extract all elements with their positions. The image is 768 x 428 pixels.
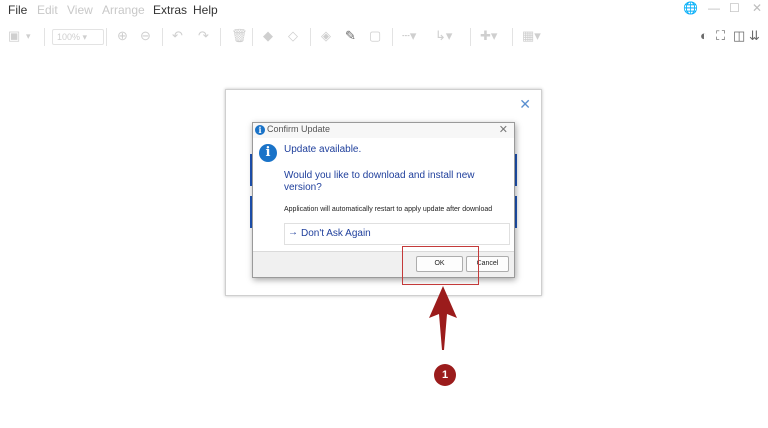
dialog-titlebar: i Confirm Update ✕: [253, 123, 514, 138]
zoom-select[interactable]: 100% ▾: [52, 29, 104, 45]
close-icon[interactable]: ✕: [499, 123, 508, 136]
arrow-right-icon: →: [288, 227, 298, 238]
toolbar-divider: [310, 28, 311, 46]
step-badge: 1: [434, 364, 456, 386]
ok-button-highlight: [402, 246, 479, 285]
delete-icon[interactable]: 🗑: [231, 28, 248, 44]
redo-icon[interactable]: ↷: [198, 28, 209, 44]
menu-view[interactable]: View: [67, 3, 93, 17]
close-window-icon[interactable]: ✕: [752, 1, 762, 15]
menu-file[interactable]: File: [8, 3, 27, 17]
arrow-up-icon: [429, 286, 457, 350]
globe-icon[interactable]: 🌐: [683, 1, 698, 15]
table-icon[interactable]: ▦▾: [522, 28, 541, 44]
dark-mode-icon[interactable]: ◐: [700, 28, 708, 43]
toolbar-divider: [470, 28, 471, 46]
toolbar-divider: [392, 28, 393, 46]
menu-extras[interactable]: Extras: [153, 3, 187, 17]
view-panel-icon[interactable]: ▣: [8, 28, 20, 44]
info-icon: i: [255, 125, 265, 135]
dialog-content: i Update available. Would you like to do…: [253, 138, 514, 251]
info-icon: i: [259, 144, 277, 162]
close-icon[interactable]: ✕: [519, 96, 531, 113]
menu-help[interactable]: Help: [193, 3, 218, 17]
dont-ask-again-label: Don't Ask Again: [301, 228, 371, 239]
zoom-value: 100%: [57, 32, 81, 42]
undo-icon[interactable]: ↶: [172, 28, 183, 44]
toolbar-divider: [106, 28, 107, 46]
expanded-info-text: Application will automatically restart t…: [284, 206, 493, 213]
line-color-icon[interactable]: ✎: [345, 28, 356, 44]
toolbar-divider: [44, 28, 45, 46]
to-back-icon[interactable]: ◇: [288, 28, 298, 44]
zoom-out-icon[interactable]: ⊖: [140, 28, 151, 44]
menu-edit[interactable]: Edit: [37, 3, 58, 17]
waypoints-icon[interactable]: ↳▾: [435, 28, 452, 44]
to-front-icon[interactable]: ◆: [263, 28, 273, 44]
menu-bar: File Edit View Arrange Extras Help 🌐 — ☐…: [0, 0, 768, 20]
zoom-in-icon[interactable]: ⊕: [117, 28, 128, 44]
collapse-icon[interactable]: ⇊: [749, 28, 760, 44]
toolbar-divider: [162, 28, 163, 46]
dont-ask-again-link[interactable]: → Don't Ask Again: [284, 223, 510, 245]
main-instruction: Update available.: [284, 144, 362, 155]
format-panel-icon[interactable]: ◫: [733, 28, 745, 44]
chevron-down-icon[interactable]: ▾: [26, 31, 31, 42]
toolbar-divider: [252, 28, 253, 46]
shadow-icon[interactable]: ▢: [369, 28, 381, 44]
maximize-icon[interactable]: ☐: [729, 1, 740, 15]
annotation-arrow: [429, 286, 457, 350]
dialog-title: Confirm Update: [267, 124, 331, 134]
menu-arrange[interactable]: Arrange: [102, 3, 145, 17]
fullscreen-icon[interactable]: ⛶: [716, 28, 725, 44]
minimize-icon[interactable]: —: [708, 1, 720, 15]
insert-icon[interactable]: ✚▾: [480, 28, 497, 44]
fill-color-icon[interactable]: ◈: [321, 28, 331, 44]
content-text: Would you like to download and install n…: [284, 170, 475, 193]
toolbar: ▣ ▾ 100% ▾ ⊕ ⊖ ↶ ↷ 🗑 ◆ ◇ ◈ ✎ ▢ ┄▾ ↳▾ ✚▾ …: [0, 24, 768, 50]
connection-icon[interactable]: ┄▾: [402, 28, 416, 44]
toolbar-divider: [220, 28, 221, 46]
toolbar-divider: [512, 28, 513, 46]
